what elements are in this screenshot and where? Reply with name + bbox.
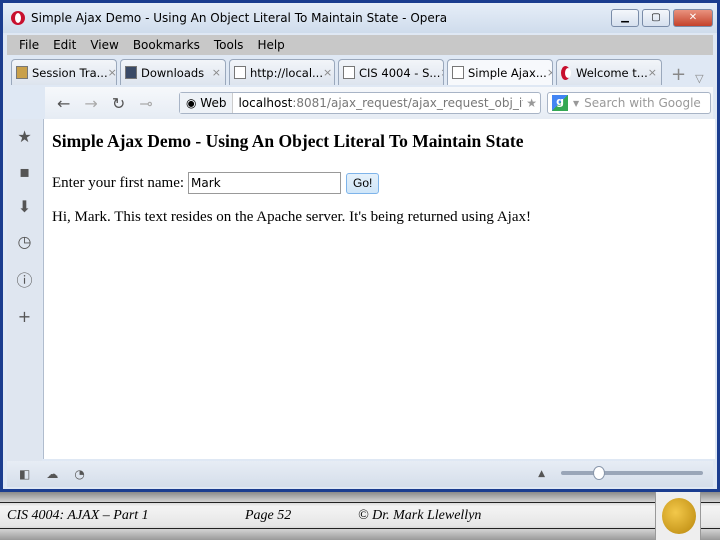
url-host: localhost bbox=[238, 96, 293, 110]
window-title: Simple Ajax Demo - Using An Object Liter… bbox=[31, 11, 448, 25]
tab-downloads[interactable]: Downloads × bbox=[120, 59, 226, 85]
search-placeholder: Search with Google bbox=[584, 96, 701, 110]
bookmarks-star-icon[interactable]: ★ bbox=[17, 127, 31, 146]
tab-label: Downloads bbox=[141, 65, 205, 80]
tab-bar: Session Tra... × Downloads × http://local.… bbox=[11, 57, 713, 85]
close-tab-icon[interactable]: × bbox=[648, 66, 657, 79]
chevron-down-icon[interactable]: ▼ bbox=[573, 99, 579, 108]
footer-course: CIS 4004: AJAX – Part 1 bbox=[7, 508, 149, 523]
address-bar[interactable]: ◉ Web localhost:8081/ajax_request/ajax_r… bbox=[179, 92, 541, 114]
title-bar: Simple Ajax Demo - Using An Object Liter… bbox=[3, 3, 717, 33]
tab-session[interactable]: Session Tra... × bbox=[11, 59, 117, 85]
menu-view[interactable]: View bbox=[90, 38, 118, 52]
google-icon: g bbox=[552, 95, 568, 111]
status-bar: ◧ ☁ ◔ ▲ bbox=[7, 461, 713, 487]
turbo-gauge-icon[interactable]: ◔ bbox=[74, 467, 84, 481]
close-button[interactable]: ✕ bbox=[673, 9, 713, 27]
name-form: Enter your first name: Go! bbox=[52, 172, 707, 194]
tab-label: CIS 4004 - S... bbox=[359, 65, 441, 80]
notes-icon[interactable]: ▪ bbox=[19, 162, 30, 181]
tab-label: http://local... bbox=[250, 65, 323, 80]
footer-page: Page 52 bbox=[245, 508, 292, 523]
tab-simple-ajax[interactable]: Simple Ajax...× bbox=[447, 59, 553, 85]
back-icon[interactable]: ← bbox=[57, 94, 70, 113]
url-text[interactable]: localhost:8081/ajax_request/ajax_request… bbox=[233, 96, 523, 110]
opera-icon bbox=[11, 11, 25, 25]
add-panel-icon[interactable]: + bbox=[18, 307, 31, 326]
tab-label: Welcome t... bbox=[576, 65, 648, 80]
forward-icon[interactable]: → bbox=[84, 94, 97, 113]
tab-cis4004[interactable]: CIS 4004 - S...× bbox=[338, 59, 444, 85]
zoom-slider-handle[interactable] bbox=[593, 466, 606, 480]
first-name-input[interactable] bbox=[188, 172, 342, 194]
downloads-icon[interactable]: ⬇ bbox=[18, 197, 31, 216]
opera-unite-cloud-icon[interactable]: ☁ bbox=[46, 467, 58, 481]
close-tab-icon[interactable]: × bbox=[440, 66, 443, 79]
close-tab-icon[interactable]: × bbox=[547, 66, 552, 79]
ucf-pegasus-logo bbox=[655, 492, 701, 540]
menu-help[interactable]: Help bbox=[257, 38, 284, 52]
navigation-toolbar: ← → ↻ ⊸ ◉ Web localhost:8081/ajax_reques… bbox=[45, 87, 713, 119]
tab-label: Simple Ajax... bbox=[468, 65, 547, 80]
browser-window: Simple Ajax Demo - Using An Object Liter… bbox=[0, 0, 720, 492]
sidebar-panel: ★ ▪ ⬇ ◷ ⓘ + bbox=[7, 119, 42, 461]
new-tab-button[interactable]: + bbox=[671, 64, 686, 85]
key-icon[interactable]: ⊸ bbox=[139, 94, 152, 113]
menu-bookmarks[interactable]: Bookmarks bbox=[133, 38, 200, 52]
opera-icon bbox=[561, 65, 572, 80]
panel-toggle-icon[interactable]: ◧ bbox=[19, 467, 30, 481]
menu-edit[interactable]: Edit bbox=[53, 38, 76, 52]
minimize-button[interactable]: ▁ bbox=[611, 9, 639, 27]
close-tab-icon[interactable]: × bbox=[212, 66, 221, 79]
tab-label: Session Tra... bbox=[32, 65, 108, 80]
url-path: :8081/ajax_request/ajax_request_obj_iter… bbox=[292, 96, 523, 110]
page-icon bbox=[234, 66, 246, 79]
web-label: Web bbox=[200, 96, 227, 110]
menu-file[interactable]: File bbox=[19, 38, 39, 52]
go-button[interactable]: Go! bbox=[346, 172, 380, 194]
web-badge[interactable]: ◉ Web bbox=[180, 93, 234, 113]
tab-menu-chevron-icon[interactable]: ▽ bbox=[695, 72, 703, 85]
name-label: Enter your first name: bbox=[52, 174, 185, 191]
close-tab-icon[interactable]: × bbox=[108, 66, 116, 79]
page-content: Simple Ajax Demo - Using An Object Liter… bbox=[43, 119, 715, 459]
ajax-response-text: Hi, Mark. This text resides on the Apach… bbox=[52, 209, 531, 225]
menu-tools[interactable]: Tools bbox=[214, 38, 244, 52]
history-clock-icon[interactable]: ◷ bbox=[18, 232, 32, 251]
page-icon bbox=[452, 66, 464, 79]
slide-footer: CIS 4004: AJAX – Part 1 Page 52 © Dr. Ma… bbox=[0, 492, 720, 540]
bookmark-star-icon[interactable]: ★ bbox=[523, 96, 540, 110]
info-icon[interactable]: ⓘ bbox=[16, 267, 32, 291]
page-icon bbox=[343, 66, 355, 79]
search-field[interactable]: g ▼ Search with Google bbox=[547, 92, 711, 114]
reload-icon[interactable]: ↻ bbox=[112, 94, 125, 113]
maximize-button[interactable]: ▢ bbox=[642, 9, 670, 27]
view-up-arrow-icon[interactable]: ▲ bbox=[538, 469, 545, 479]
page-heading: Simple Ajax Demo - Using An Object Liter… bbox=[52, 131, 524, 151]
downloads-icon bbox=[125, 66, 137, 79]
menu-bar: File Edit View Bookmarks Tools Help bbox=[7, 35, 713, 55]
tab-welcome[interactable]: Welcome t... × bbox=[556, 59, 662, 85]
footer-author: © Dr. Mark Llewellyn bbox=[358, 508, 482, 523]
zoom-slider[interactable] bbox=[561, 466, 703, 480]
tomcat-icon bbox=[16, 66, 28, 79]
close-tab-icon[interactable]: × bbox=[323, 66, 332, 79]
tab-localhost[interactable]: http://local... × bbox=[229, 59, 335, 85]
globe-icon: ◉ bbox=[186, 96, 201, 110]
